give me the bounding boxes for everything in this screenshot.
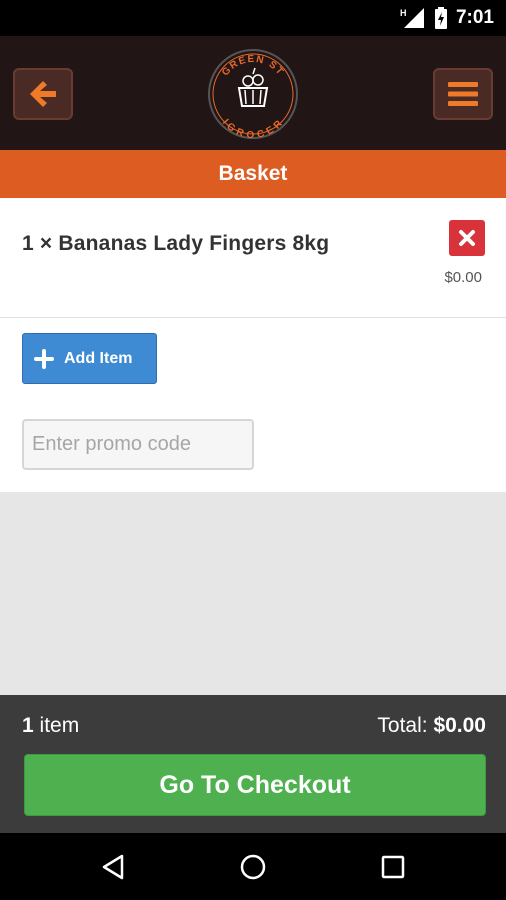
- item-count-label: item: [33, 714, 80, 737]
- status-icons: H 7:01: [400, 0, 494, 36]
- signal-icon: H: [400, 8, 424, 28]
- remove-item-button[interactable]: [449, 220, 485, 256]
- store-logo: GREEN ST IGROCER: [208, 49, 298, 140]
- basket-total: Total: $0.00: [377, 714, 486, 738]
- basket-item-label: 1 × Bananas Lady Fingers 8kg: [22, 232, 330, 255]
- item-count: 1 item: [22, 714, 79, 738]
- basket-content: 1 × Bananas Lady Fingers 8kg $0.00 Add I…: [0, 198, 506, 492]
- status-bar: H 7:01: [0, 0, 506, 36]
- total-label: Total:: [377, 714, 434, 737]
- nav-back-button[interactable]: [93, 847, 133, 887]
- basket-item: 1 × Bananas Lady Fingers 8kg $0.00: [0, 198, 506, 318]
- basket-footer: 1 item Total: $0.00 Go To Checkout: [0, 695, 506, 833]
- system-nav-bar: [0, 833, 506, 900]
- arrow-left-icon: [30, 81, 56, 107]
- empty-area: [0, 492, 506, 695]
- checkout-button[interactable]: Go To Checkout: [24, 754, 486, 816]
- app-header: GREEN ST IGROCER: [0, 36, 506, 150]
- back-button[interactable]: [13, 68, 73, 120]
- hamburger-menu-icon: [448, 82, 478, 106]
- item-count-number: 1: [22, 714, 34, 737]
- status-time: 7:01: [455, 7, 494, 28]
- plus-icon: [34, 348, 54, 369]
- total-value: $0.00: [433, 714, 486, 737]
- basket-item-price: $0.00: [444, 269, 482, 286]
- recents-square-icon: [381, 855, 405, 879]
- promo-code-input[interactable]: [22, 419, 254, 470]
- battery-charging-icon: [434, 7, 447, 29]
- page-title: Basket: [0, 150, 506, 198]
- nav-home-button[interactable]: [233, 847, 273, 887]
- menu-button[interactable]: [433, 68, 493, 120]
- nav-recents-button[interactable]: [373, 847, 413, 887]
- close-icon: [459, 230, 475, 246]
- add-item-label: Add Item: [64, 349, 133, 367]
- svg-text:H: H: [400, 8, 407, 18]
- back-triangle-icon: [102, 854, 124, 880]
- home-circle-icon: [240, 854, 266, 880]
- add-item-button[interactable]: Add Item: [22, 333, 157, 384]
